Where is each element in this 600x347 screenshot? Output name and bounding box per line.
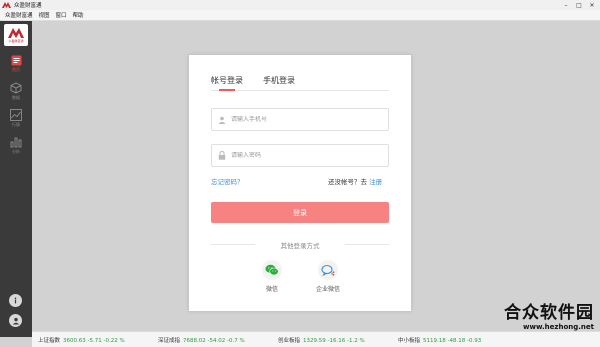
brand-logo-icon — [8, 27, 24, 38]
window-controls: – □ ✕ — [560, 1, 598, 9]
password-field — [211, 144, 389, 167]
phone-input[interactable] — [231, 116, 381, 123]
menu-bar: 众盈财富通 视图 窗口 帮助 — [0, 10, 600, 21]
menu-item-view[interactable]: 视图 — [39, 11, 50, 19]
watermark: 合众软件园 www.hezhong.net — [504, 298, 594, 331]
user-icon — [217, 116, 227, 124]
ticker-item[interactable]: 上证指数 3600.63 -5.71 -0.22 % — [38, 336, 125, 344]
ticker-name: 中小板指 — [398, 338, 421, 344]
ticker-name: 深证成指 — [158, 338, 181, 344]
ticker-value: 3600.63 -5.71 -0.22 % — [63, 338, 125, 344]
sidebar-item-label: 数据 — [12, 94, 20, 100]
market-ticker: 上证指数 3600.63 -5.71 -0.22 % 深证成指 7688.02 -5… — [32, 331, 600, 347]
window-title: 众盈财富通 — [14, 3, 42, 9]
close-button[interactable]: ✕ — [586, 1, 598, 9]
minimize-button[interactable]: – — [560, 1, 572, 9]
ticker-value: 1329.59 -16.16 -1.2 % — [303, 338, 365, 344]
ticker-item[interactable]: 深证成指 7688.02 -54.02 -0.7 % — [158, 336, 245, 344]
watermark-url: www.hezhong.net — [523, 323, 594, 331]
info-icon — [14, 297, 17, 304]
info-button[interactable] — [9, 294, 22, 307]
sidebar-item-label: 分析 — [12, 148, 20, 154]
watermark-title: 合众软件园 — [504, 303, 594, 323]
chart-line-icon — [10, 108, 22, 121]
password-input[interactable] — [231, 152, 381, 159]
cube-icon — [10, 82, 22, 93]
wechat-login[interactable]: 微信 — [252, 260, 292, 293]
wecom-label: 企业微信 — [315, 286, 340, 293]
title-bar: 众盈财富通 – □ ✕ — [0, 0, 600, 10]
sidebar-item-home[interactable]: 首页 — [0, 51, 32, 77]
ticker-item[interactable]: 中小板指 5119.18 -48.18 -0.93 — [398, 336, 481, 344]
login-card: 帐号登录 手机登录 忘记密码？ 还没帐号？去 注册 登录 其他登录方式 微信 企… — [189, 55, 411, 311]
sidebar-item-market[interactable]: 行情 — [0, 105, 32, 131]
lock-icon — [217, 151, 227, 160]
active-tab-indicator — [219, 89, 235, 91]
app-logo-icon — [2, 2, 11, 9]
wecom-login[interactable]: 企业微信 — [308, 260, 348, 293]
divider-right — [345, 244, 389, 245]
sidebar: 众盈财富通 首页 数据 行情 分析 — [0, 21, 32, 337]
menu-item-window[interactable]: 窗口 — [56, 11, 67, 19]
other-login-title: 其他登录方式 — [280, 242, 320, 250]
wechat-label: 微信 — [265, 286, 278, 293]
sidebar-item-label: 行情 — [12, 121, 20, 127]
ticker-item[interactable]: 创业板指 1329.59 -16.16 -1.2 % — [278, 336, 365, 344]
login-button[interactable]: 登录 — [211, 202, 389, 223]
register-link[interactable]: 注册 — [369, 178, 382, 186]
maximize-button[interactable]: □ — [573, 1, 585, 9]
sidebar-item-analysis[interactable]: 分析 — [0, 132, 32, 158]
menu-item-app[interactable]: 众盈财富通 — [5, 11, 33, 19]
tab-account-login[interactable]: 帐号登录 — [211, 75, 243, 86]
ticker-name: 上证指数 — [38, 338, 61, 344]
ticker-name: 创业板指 — [278, 338, 301, 344]
login-tabs: 帐号登录 手机登录 — [211, 75, 389, 91]
user-icon — [12, 317, 19, 324]
tab-phone-login[interactable]: 手机登录 — [263, 75, 295, 86]
home-icon — [11, 55, 21, 66]
ticker-value: 7688.02 -54.02 -0.7 % — [183, 338, 245, 344]
wechat-icon — [262, 260, 282, 280]
sidebar-logo[interactable]: 众盈财富通 — [4, 24, 28, 46]
register-prompt: 还没帐号？去 注册 — [328, 176, 382, 186]
bar-chart-icon — [10, 137, 22, 147]
sidebar-logo-text: 众盈财富通 — [8, 38, 24, 43]
phone-field — [211, 108, 389, 131]
sidebar-item-data[interactable]: 数据 — [0, 78, 32, 104]
user-button[interactable] — [9, 314, 22, 327]
wecom-icon — [318, 260, 338, 280]
menu-item-help[interactable]: 帮助 — [73, 11, 84, 19]
no-account-text: 还没帐号？去 — [328, 178, 370, 186]
sidebar-item-label: 首页 — [12, 67, 20, 72]
ticker-value: 5119.18 -48.18 -0.93 — [423, 338, 482, 344]
forgot-password-link[interactable]: 忘记密码？ — [211, 176, 244, 186]
